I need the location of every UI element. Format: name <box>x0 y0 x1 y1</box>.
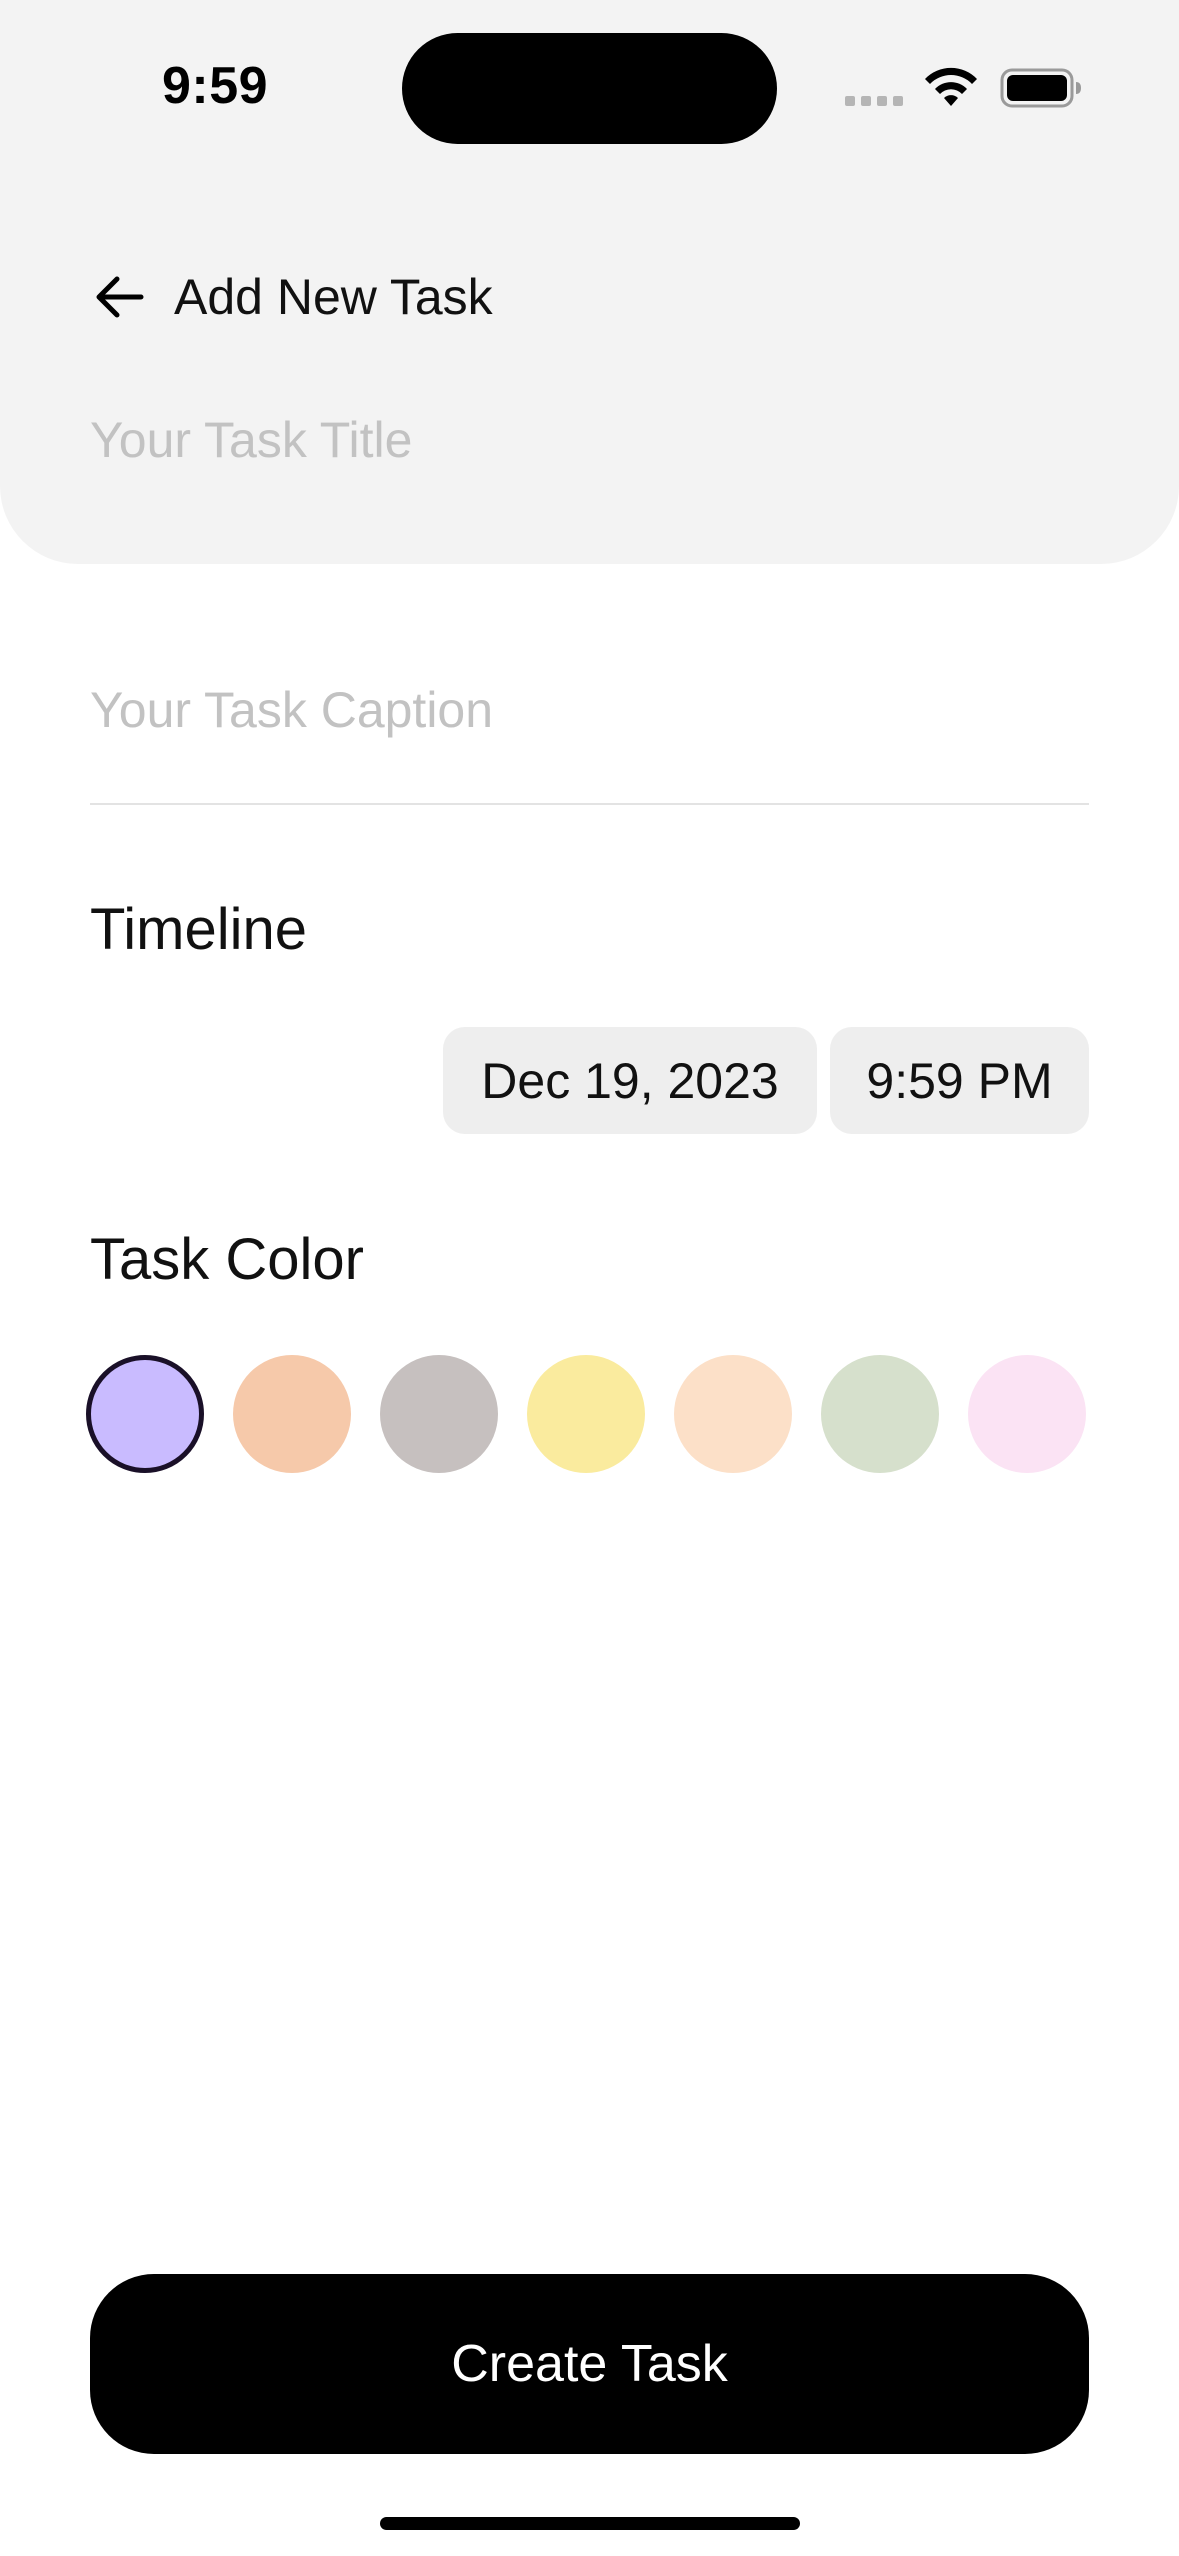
task-title-input[interactable] <box>90 405 1090 475</box>
home-indicator <box>380 2517 800 2530</box>
color-swatch-row <box>86 1355 1090 1475</box>
battery-icon <box>1000 68 1081 108</box>
color-swatch[interactable] <box>86 1355 204 1473</box>
arrow-left-icon <box>96 276 144 318</box>
dynamic-island <box>402 33 777 144</box>
task-color-label: Task Color <box>90 1227 364 1292</box>
color-swatch[interactable] <box>380 1355 498 1473</box>
caption-divider <box>90 803 1089 805</box>
cellular-signal-icon <box>845 96 903 106</box>
color-swatch[interactable] <box>968 1355 1086 1473</box>
color-swatch[interactable] <box>233 1355 351 1473</box>
timeline-label: Timeline <box>90 897 308 962</box>
add-task-screen: 9:59 Add New Task Timeline Dec 19, 2023 … <box>0 0 1179 2556</box>
time-picker-button[interactable]: 9:59 PM <box>830 1027 1089 1134</box>
task-caption-input[interactable] <box>90 675 1090 745</box>
create-task-button[interactable]: Create Task <box>90 2274 1089 2454</box>
status-time: 9:59 <box>161 57 269 115</box>
page-title: Add New Task <box>174 269 493 325</box>
wifi-icon <box>925 67 977 106</box>
date-picker-button[interactable]: Dec 19, 2023 <box>443 1027 817 1134</box>
color-swatch[interactable] <box>674 1355 792 1473</box>
color-swatch[interactable] <box>821 1355 939 1473</box>
color-swatch[interactable] <box>527 1355 645 1473</box>
back-button[interactable] <box>84 262 154 332</box>
